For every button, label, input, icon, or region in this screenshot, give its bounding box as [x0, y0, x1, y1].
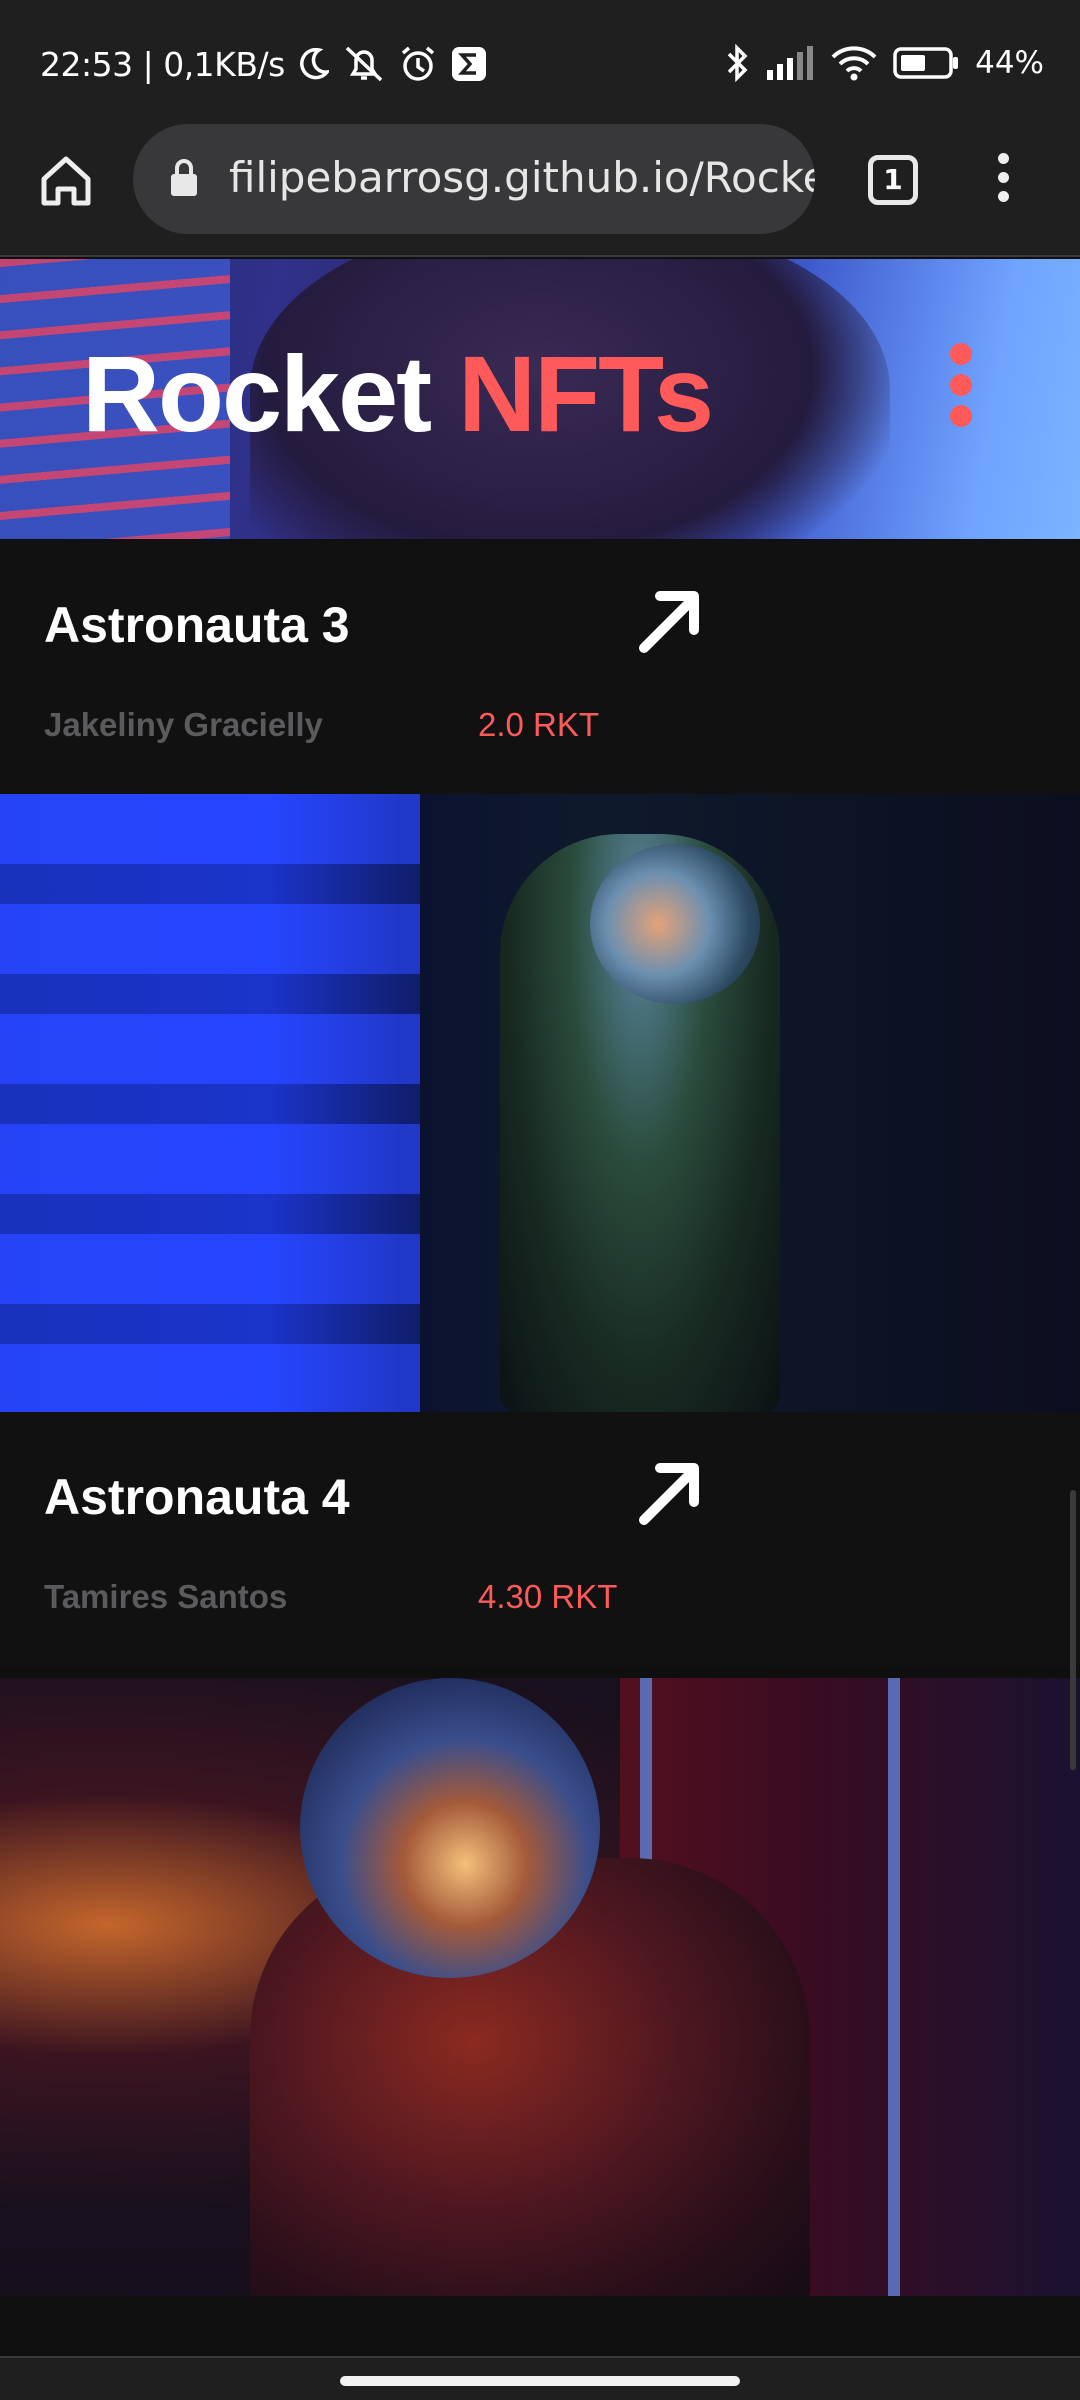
status-time: 22:53 | 0,1KB/s: [40, 44, 285, 84]
arrow-up-right-icon[interactable]: [630, 1452, 710, 1532]
alarm-off-icon: [345, 46, 382, 82]
nft-card[interactable]: Astronauta 3 Jakeliny Gracielly 2.0 RKT: [0, 540, 1080, 794]
home-icon[interactable]: [38, 153, 94, 209]
nft-author: Jakeliny Gracielly: [44, 706, 323, 743]
logo-text: Rocket: [82, 333, 432, 454]
alarm-icon: [401, 46, 434, 81]
browser-toolbar: filipebarrosg.github.io/Rocke 1: [0, 124, 1080, 257]
gesture-handle[interactable]: [340, 2376, 740, 2386]
system-navigation-bar: [0, 2356, 1080, 2400]
sigma-app-icon: [451, 47, 486, 81]
address-bar[interactable]: filipebarrosg.github.io/Rocke: [133, 124, 815, 234]
moon-icon: [299, 48, 329, 80]
nft-image[interactable]: [0, 1678, 1080, 2296]
tab-switcher-button[interactable]: 1: [868, 155, 918, 205]
nft-title: Astronauta 3: [44, 597, 350, 653]
nft-price: 4.30 RKT: [478, 1578, 618, 1615]
status-bar: 22:53 | 0,1KB/s 44%: [0, 0, 1080, 125]
nft-title: Astronauta 4: [44, 1469, 350, 1525]
battery-icon: [893, 47, 959, 79]
arrow-up-right-icon[interactable]: [630, 580, 710, 660]
site-header: Rocket NFTs: [0, 259, 1080, 539]
site-logo[interactable]: Rocket NFTs: [82, 331, 714, 456]
browser-menu-button[interactable]: [990, 153, 1016, 213]
logo-accent-text: NFTs: [458, 333, 714, 454]
nft-card[interactable]: Astronauta 4 Tamires Santos 4.30 RKT: [0, 1412, 1080, 1666]
signal-icon: [767, 46, 814, 80]
battery-level: 44%: [975, 45, 1044, 81]
url-text[interactable]: filipebarrosg.github.io/Rocke: [229, 153, 815, 202]
nft-image[interactable]: [0, 794, 1080, 1412]
nft-price: 2.0 RKT: [478, 706, 600, 743]
page-scrollbar[interactable]: [1070, 1490, 1076, 1770]
site-menu-button[interactable]: [950, 343, 974, 443]
nft-author: Tamires Santos: [44, 1578, 288, 1615]
lock-icon: [171, 159, 197, 196]
wifi-icon: [831, 46, 877, 81]
bluetooth-icon: [727, 44, 748, 82]
